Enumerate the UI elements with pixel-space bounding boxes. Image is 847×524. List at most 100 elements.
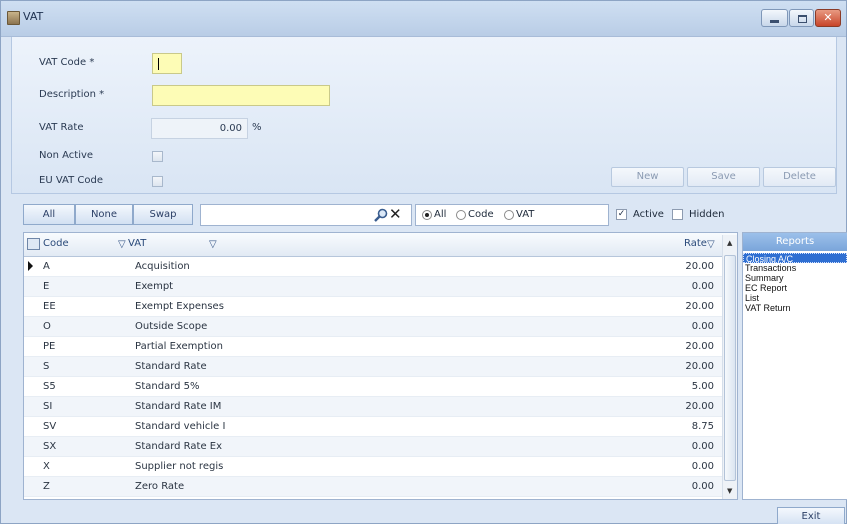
rate-cell: 8.75 [691,421,714,432]
reports-list: Closing A/C Transactions Summary EC Report L… [743,253,847,313]
table-row[interactable]: O Outside Scope 0.00 [24,317,722,337]
vat-cell: Standard 5% [135,381,200,392]
grid-rows: A Acquisition 20.00 E Exempt 0.00 EE Exempt Exp… [24,257,722,497]
vat-window: VAT ✕ VAT Code * Description * VAT Rate … [0,0,847,524]
code-cell: S5 [43,381,56,392]
table-row[interactable]: X Supplier not regis 0.00 [24,457,722,477]
non-active-label: Non Active [39,150,94,161]
code-cell: SX [43,441,57,452]
report-item[interactable]: Summary [743,273,847,283]
filter-vat-radio[interactable] [504,210,514,220]
table-row[interactable]: PE Partial Exemption 20.00 [24,337,722,357]
delete-button[interactable]: Delete [763,167,836,187]
code-cell: Z [43,481,50,492]
exit-button[interactable]: Exit [777,507,845,524]
search-icon[interactable] [373,207,389,223]
table-row[interactable]: SV Standard vehicle I 8.75 [24,417,722,437]
table-row[interactable]: SX Standard Rate Ex 0.00 [24,437,722,457]
title-bar: VAT ✕ [1,1,846,37]
vat-cell: Outside Scope [135,321,208,332]
vat-rate-label: VAT Rate [39,122,84,133]
filter-vat-label: VAT [516,209,535,220]
hidden-checkbox[interactable] [672,209,683,220]
rate-cell: 0.00 [691,481,714,492]
code-cell: SV [43,421,57,432]
filter-code-radio[interactable] [456,210,466,220]
report-item[interactable]: Closing A/C [743,253,847,264]
vat-column-header[interactable]: VAT [128,238,146,249]
code-cell: O [43,321,51,332]
select-all-button[interactable]: All [23,204,75,225]
rate-cell: 5.00 [691,381,714,392]
rate-cell: 0.00 [691,441,714,452]
close-icon: ✕ [823,11,833,24]
table-row[interactable]: S5 Standard 5% 5.00 [24,377,722,397]
hidden-label: Hidden [689,209,725,220]
table-row[interactable]: A Acquisition 20.00 [24,257,722,277]
current-row-indicator-icon [28,261,33,271]
filter-all-radio[interactable] [422,210,432,220]
code-cell: S [43,361,50,372]
table-row[interactable]: EE Exempt Expenses 20.00 [24,297,722,317]
code-cell: E [43,281,50,292]
column-chooser-icon[interactable] [27,238,40,250]
description-input[interactable] [152,85,330,106]
grid-header: Code ▽ VAT ▽ Rate ▽ [24,233,737,257]
rate-column-header[interactable]: Rate [684,238,707,249]
maximize-icon [798,15,807,23]
table-row[interactable]: S Standard Rate 20.00 [24,357,722,377]
vat-cell: Standard Rate IM [135,401,222,412]
vat-app-icon [7,11,20,25]
code-column-header[interactable]: Code [43,238,69,249]
new-button[interactable]: New [611,167,684,187]
report-item[interactable]: Transactions [743,263,847,273]
rate-cell: 0.00 [691,281,714,292]
vat-rate-input[interactable]: 0.00 [151,118,248,139]
clear-x-icon[interactable]: ✕ [389,205,402,223]
vat-cell: Standard vehicle I [135,421,226,432]
code-cell: A [43,261,50,272]
vat-code-label: VAT Code * [39,57,95,68]
scroll-up-icon[interactable]: ▲ [727,239,732,247]
grid-vertical-scrollbar[interactable]: ▲ ▼ [722,235,737,499]
swap-button[interactable]: Swap [133,204,193,225]
vat-cell: Exempt Expenses [135,301,224,312]
vat-code-input[interactable] [152,53,182,74]
text-caret [158,58,159,70]
eu-vat-code-checkbox[interactable] [152,176,163,187]
scroll-thumb[interactable] [724,255,736,481]
scroll-down-icon[interactable]: ▼ [727,487,732,495]
reports-title: Reports [743,233,847,251]
rate-cell: 20.00 [685,401,714,412]
code-filter-funnel-icon[interactable]: ▽ [118,239,126,250]
active-label: Active [633,209,664,220]
rate-cell: 0.00 [691,321,714,332]
save-button[interactable]: Save [687,167,760,187]
search-scope-group: All Code VAT [415,204,609,226]
report-item[interactable]: List [743,293,847,303]
vat-filter-funnel-icon[interactable]: ▽ [209,239,217,250]
table-row[interactable]: SI Standard Rate IM 20.00 [24,397,722,417]
select-none-button[interactable]: None [75,204,133,225]
table-row[interactable]: Z Zero Rate 0.00 [24,477,722,497]
minimize-button[interactable] [761,9,788,27]
minimize-icon [770,20,779,23]
rate-cell: 0.00 [691,461,714,472]
non-active-checkbox[interactable] [152,151,163,162]
filter-code-label: Code [468,209,494,220]
eu-vat-code-label: EU VAT Code [39,175,103,186]
description-label: Description * [39,89,105,100]
report-item[interactable]: VAT Return [743,303,847,313]
vat-cell: Acquisition [135,261,190,272]
vat-cell: Partial Exemption [135,341,223,352]
active-checkbox[interactable]: ✓ [616,209,627,220]
code-cell: SI [43,401,53,412]
table-row[interactable]: E Exempt 0.00 [24,277,722,297]
maximize-button[interactable] [789,9,814,27]
rate-filter-funnel-icon[interactable]: ▽ [707,239,715,250]
report-item[interactable]: EC Report [743,283,847,293]
vat-cell: Exempt [135,281,174,292]
vat-cell: Supplier not regis [135,461,224,472]
close-button[interactable]: ✕ [815,9,841,27]
vat-cell: Standard Rate [135,361,207,372]
